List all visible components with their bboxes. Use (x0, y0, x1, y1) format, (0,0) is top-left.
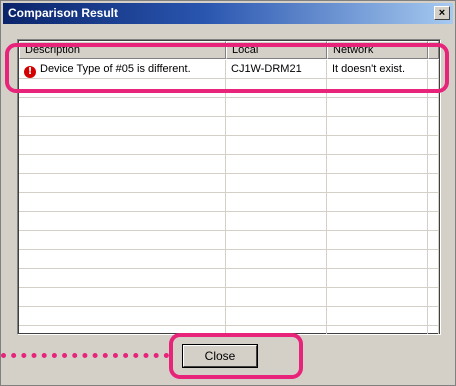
table-row[interactable] (19, 174, 439, 193)
empty-cell (226, 98, 327, 116)
empty-cell (428, 269, 439, 287)
empty-cell (327, 136, 428, 154)
close-window-button[interactable]: × (434, 6, 450, 20)
empty-cell (226, 136, 327, 154)
empty-cell (19, 117, 226, 135)
empty-cell (428, 136, 439, 154)
title-bar[interactable]: Comparison Result × (3, 3, 453, 24)
empty-cell (428, 212, 439, 230)
empty-cell (226, 212, 327, 230)
close-button-highlight-annotation (169, 333, 303, 379)
table-row[interactable] (19, 231, 439, 250)
empty-cell (428, 307, 439, 325)
empty-cell (226, 231, 327, 249)
empty-cell (226, 193, 327, 211)
comparison-result-dialog: Comparison Result × Description Local Ne… (0, 0, 456, 386)
empty-cell (19, 155, 226, 173)
empty-cell (327, 117, 428, 135)
empty-cell (19, 98, 226, 116)
window-title: Comparison Result (8, 6, 119, 20)
empty-cell (19, 307, 226, 325)
empty-cell (428, 155, 439, 173)
empty-cell (327, 231, 428, 249)
empty-cell (226, 250, 327, 268)
table-row[interactable] (19, 288, 439, 307)
empty-cell (19, 250, 226, 268)
empty-cell (226, 307, 327, 325)
empty-cell (327, 250, 428, 268)
empty-cell (327, 212, 428, 230)
empty-cell (226, 269, 327, 287)
empty-cell (428, 250, 439, 268)
row-highlight-annotation (5, 43, 449, 93)
table-row[interactable] (19, 307, 439, 326)
empty-cell (428, 174, 439, 192)
empty-cell (327, 98, 428, 116)
table-row[interactable] (19, 250, 439, 269)
empty-cell (327, 193, 428, 211)
empty-cell (428, 193, 439, 211)
empty-cell (327, 326, 428, 334)
empty-cell (428, 117, 439, 135)
empty-cell (19, 193, 226, 211)
empty-cell (428, 98, 439, 116)
empty-cell (327, 174, 428, 192)
callout-dotted-line (1, 353, 169, 358)
close-icon: × (438, 7, 446, 19)
empty-cell (19, 269, 226, 287)
empty-cell (327, 288, 428, 306)
table-row[interactable] (19, 155, 439, 174)
empty-cell (226, 155, 327, 173)
empty-cell (226, 288, 327, 306)
empty-cell (327, 155, 428, 173)
empty-cell (327, 307, 428, 325)
table-row[interactable] (19, 136, 439, 155)
empty-cell (19, 174, 226, 192)
empty-cell (428, 288, 439, 306)
empty-cell (19, 231, 226, 249)
empty-cell (19, 288, 226, 306)
empty-cell (428, 231, 439, 249)
table-row[interactable] (19, 269, 439, 288)
empty-cell (19, 136, 226, 154)
table-row[interactable] (19, 212, 439, 231)
table-row[interactable] (19, 98, 439, 117)
table-row[interactable] (19, 193, 439, 212)
empty-cell (327, 269, 428, 287)
empty-cell (226, 117, 327, 135)
empty-cell (428, 326, 439, 334)
table-row[interactable] (19, 117, 439, 136)
empty-cell (19, 212, 226, 230)
empty-cell (226, 174, 327, 192)
